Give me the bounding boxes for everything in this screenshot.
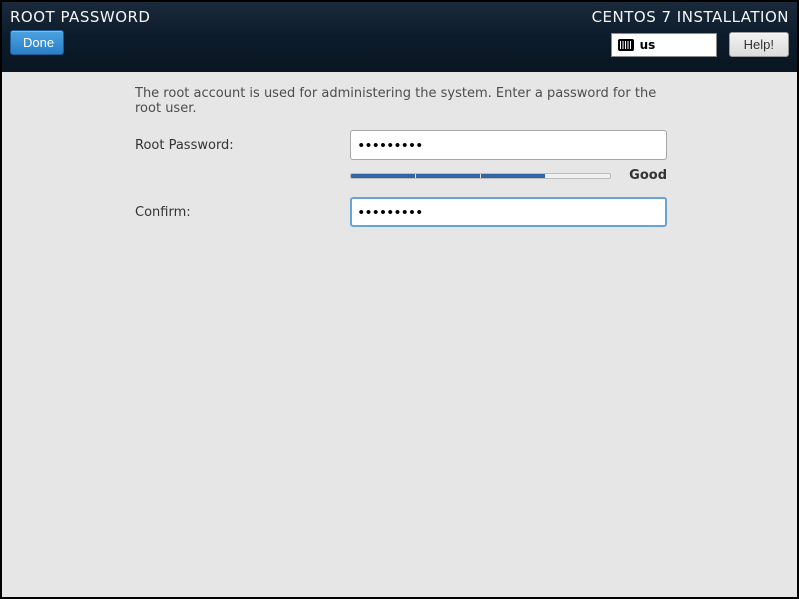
strength-seg-2: [416, 174, 481, 178]
keyboard-icon: [618, 39, 634, 51]
strength-seg-1: [351, 174, 416, 178]
help-button[interactable]: Help!: [729, 32, 789, 57]
confirm-label: Confirm:: [135, 205, 350, 220]
keyboard-layout-selector[interactable]: us: [611, 33, 717, 57]
strength-row: Good: [135, 168, 667, 183]
description-text: The root account is used for administeri…: [135, 86, 667, 116]
password-row: Root Password:: [135, 130, 667, 160]
keyboard-layout-label: us: [640, 38, 656, 52]
header-bar: ROOT PASSWORD Done CENTOS 7 INSTALLATION…: [2, 2, 797, 72]
strength-label: Good: [629, 168, 667, 183]
strength-seg-3: [481, 174, 546, 178]
done-button[interactable]: Done: [10, 30, 64, 55]
confirm-row: Confirm:: [135, 197, 667, 227]
root-password-input[interactable]: [350, 130, 667, 160]
page-title: ROOT PASSWORD: [10, 8, 150, 26]
confirm-password-input[interactable]: [350, 197, 667, 227]
content-area: The root account is used for administeri…: [2, 72, 797, 227]
header-left: ROOT PASSWORD Done: [10, 8, 150, 64]
header-right: CENTOS 7 INSTALLATION us Help!: [592, 8, 789, 64]
password-strength-meter: [350, 173, 612, 179]
strength-seg-4: [546, 174, 610, 178]
password-label: Root Password:: [135, 138, 350, 153]
installer-title: CENTOS 7 INSTALLATION: [592, 8, 789, 26]
header-right-row: us Help!: [611, 32, 789, 57]
